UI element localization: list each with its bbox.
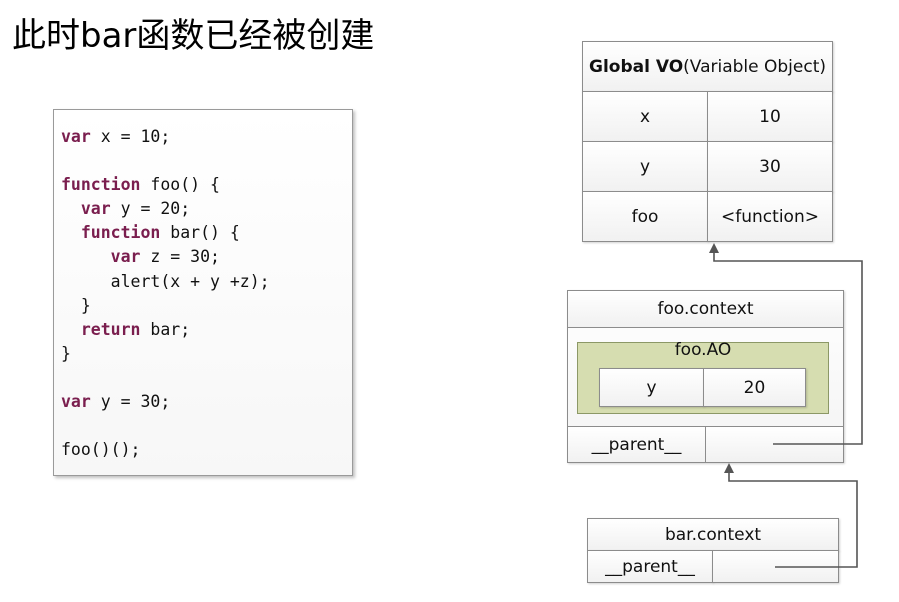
- bar-parent-arrow: [728, 472, 858, 568]
- foo-parent-arrow: [713, 252, 863, 445]
- bar-parent-arrowhead: [724, 463, 734, 473]
- pointer-arrows: [709, 243, 863, 568]
- foo-parent-arrowhead: [709, 243, 719, 253]
